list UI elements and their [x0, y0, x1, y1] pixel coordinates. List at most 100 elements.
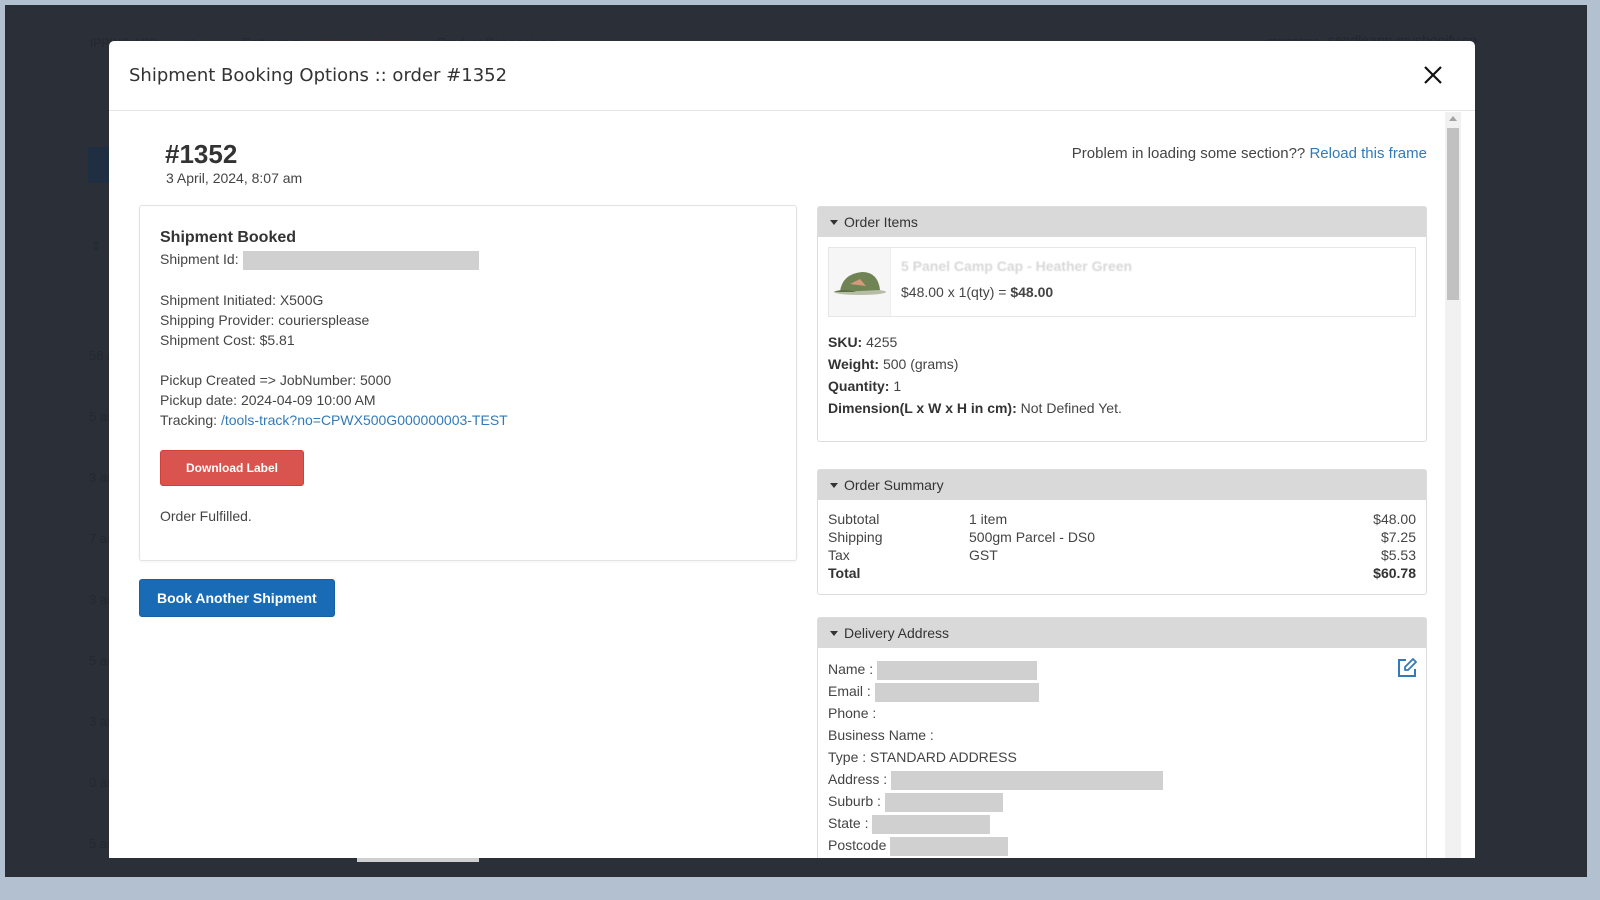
shipment-id-redacted: [242, 250, 479, 270]
shipment-booking-modal: Shipment Booking Options :: order #1352 …: [109, 41, 1475, 858]
order-items-toggle[interactable]: Order Items: [818, 207, 1426, 237]
summary-label: Subtotal: [828, 511, 880, 527]
order-summary-heading: Order Summary: [844, 477, 944, 493]
summary-label: Shipping: [828, 529, 883, 545]
caret-down-icon: [830, 219, 838, 225]
order-item-price: $48.00 x 1(qty) = $48.00: [901, 284, 1132, 300]
order-summary-panel: Order Summary Subtotal 1 item $48.00 Shi…: [817, 469, 1427, 595]
order-item-price-line: $48.00 x 1(qty) =: [901, 284, 1011, 300]
dimension-row: Dimension(L x W x H in cm): Not Defined …: [828, 397, 1416, 419]
summary-amount: $5.53: [1380, 547, 1416, 563]
address-suburb-row: Suburb :: [828, 790, 1416, 812]
reload-notice: Problem in loading some section?? Reload…: [1072, 145, 1427, 162]
name-label: Name :: [828, 661, 874, 677]
shipment-id-row: Shipment Id:: [160, 249, 776, 270]
sort-icon: ⇕: [91, 239, 102, 253]
delivery-address-heading: Delivery Address: [844, 625, 950, 641]
order-date: 3 April, 2024, 8:07 am: [166, 170, 303, 186]
weight-label: Weight:: [828, 356, 880, 372]
sku-label: SKU:: [828, 334, 863, 350]
email-redacted: [874, 682, 1039, 702]
summary-desc: 1 item: [969, 511, 1008, 527]
address-redacted: [891, 770, 1164, 790]
order-summary-toggle[interactable]: Order Summary: [818, 470, 1426, 500]
address-label: Address :: [828, 771, 888, 787]
weight-row: Weight: 500 (grams): [828, 353, 1416, 375]
delivery-address-body: Name : Email : Phone : Business Name : T…: [818, 648, 1426, 856]
shipment-cost: Shipment Cost: $5.81: [160, 331, 295, 348]
type-label: Type :: [828, 749, 867, 765]
order-item-details: SKU: 4255 Weight: 500 (grams) Quantity: …: [818, 317, 1426, 419]
scrollbar-thumb[interactable]: [1447, 128, 1459, 300]
sku-row: SKU: 4255: [828, 331, 1416, 353]
address-phone-row: Phone :: [828, 702, 1416, 724]
address-email-row: Email :: [828, 680, 1416, 702]
reload-frame-link[interactable]: Reload this frame: [1309, 145, 1427, 162]
pickup-date: Pickup date: 2024-04-09 10:00 AM: [160, 391, 376, 408]
book-another-shipment-button[interactable]: Book Another Shipment: [139, 579, 335, 617]
caret-down-icon: [830, 630, 838, 636]
close-button[interactable]: [1419, 61, 1447, 89]
caret-down-icon: [830, 482, 838, 488]
weight-value: 500 (grams): [882, 356, 959, 372]
name-redacted: [877, 660, 1038, 680]
cap-image: [829, 248, 891, 316]
suburb-redacted: [884, 792, 1003, 812]
shipment-initiated: Shipment Initiated: X500G: [160, 291, 324, 308]
download-label-button[interactable]: Download Label: [160, 449, 305, 486]
dimension-label: Dimension(L x W x H in cm):: [828, 400, 1017, 416]
suburb-label: Suburb :: [828, 793, 881, 809]
address-business-row: Business Name :: [828, 724, 1416, 746]
summary-amount: $48.00: [1373, 511, 1416, 527]
order-summary-table: Subtotal 1 item $48.00 Shipping 500gm Pa…: [818, 500, 1426, 582]
modal-body: #1352 3 April, 2024, 8:07 am Problem in …: [109, 112, 1475, 858]
state-redacted: [872, 814, 991, 834]
summary-label: Tax: [828, 547, 850, 563]
address-type-row: Type : STANDARD ADDRESS: [828, 746, 1416, 768]
delivery-address-panel: Delivery Address Name : Email : Phone: …: [817, 617, 1427, 858]
modal-scrollbar[interactable]: [1445, 112, 1461, 858]
address-state-row: State :: [828, 812, 1416, 834]
edit-address-button[interactable]: [1396, 657, 1418, 679]
shipment-id-label: Shipment Id:: [160, 251, 239, 267]
order-item-info: 5 Panel Camp Cap - Heather Green $48.00 …: [891, 248, 1132, 316]
cap-icon: [833, 272, 886, 295]
sku-value: 4255: [866, 334, 898, 350]
edit-icon: [1398, 658, 1417, 677]
summary-label: Total: [828, 565, 861, 581]
scroll-up-arrow-icon[interactable]: [1449, 116, 1457, 121]
summary-row-tax: Tax GST $5.53: [828, 546, 1416, 564]
shipment-heading: Shipment Booked: [160, 229, 297, 246]
business-name-label: Business Name :: [828, 727, 934, 743]
summary-desc: 500gm Parcel - DS0: [969, 529, 1096, 545]
pickup-created: Pickup Created => JobNumber: 5000: [160, 371, 392, 388]
order-item-name: 5 Panel Camp Cap - Heather Green: [901, 258, 1133, 274]
quantity-row: Quantity: 1: [828, 375, 1416, 397]
close-icon: [1424, 66, 1442, 84]
tracking-label: Tracking:: [160, 411, 218, 428]
summary-desc: GST: [969, 547, 998, 563]
shipment-card: Shipment Booked Shipment Id: Shipment In…: [139, 205, 797, 561]
modal-title: Shipment Booking Options :: order #1352: [129, 65, 508, 86]
order-item: 5 Panel Camp Cap - Heather Green $48.00 …: [828, 247, 1416, 317]
fulfillment-status: Order Fulfilled.: [160, 507, 252, 524]
type-value: STANDARD ADDRESS: [870, 749, 1017, 765]
quantity-value: 1: [893, 378, 902, 394]
address-street-row: Address :: [828, 768, 1416, 790]
summary-row-subtotal: Subtotal 1 item $48.00: [828, 510, 1416, 528]
dimension-value: Not Defined Yet.: [1020, 400, 1122, 416]
reload-prompt: Problem in loading some section??: [1071, 145, 1306, 162]
state-label: State :: [828, 815, 869, 831]
email-label: Email :: [828, 683, 871, 699]
delivery-address-toggle[interactable]: Delivery Address: [818, 618, 1426, 648]
order-items-heading: Order Items: [844, 214, 918, 230]
order-items-panel: Order Items 5 Panel Camp Cap - Heather G…: [817, 206, 1427, 442]
summary-amount: $60.78: [1373, 565, 1416, 581]
tracking-link[interactable]: /tools-track?no=CPWX500G000000003-TEST: [221, 412, 508, 428]
postcode-label: Postcode: [828, 837, 887, 853]
quantity-label: Quantity:: [828, 378, 890, 394]
summary-desc: [969, 564, 1373, 582]
address-name-row: Name :: [828, 658, 1416, 680]
order-item-total: $48.00: [1010, 284, 1054, 300]
postcode-redacted: [890, 836, 1009, 856]
